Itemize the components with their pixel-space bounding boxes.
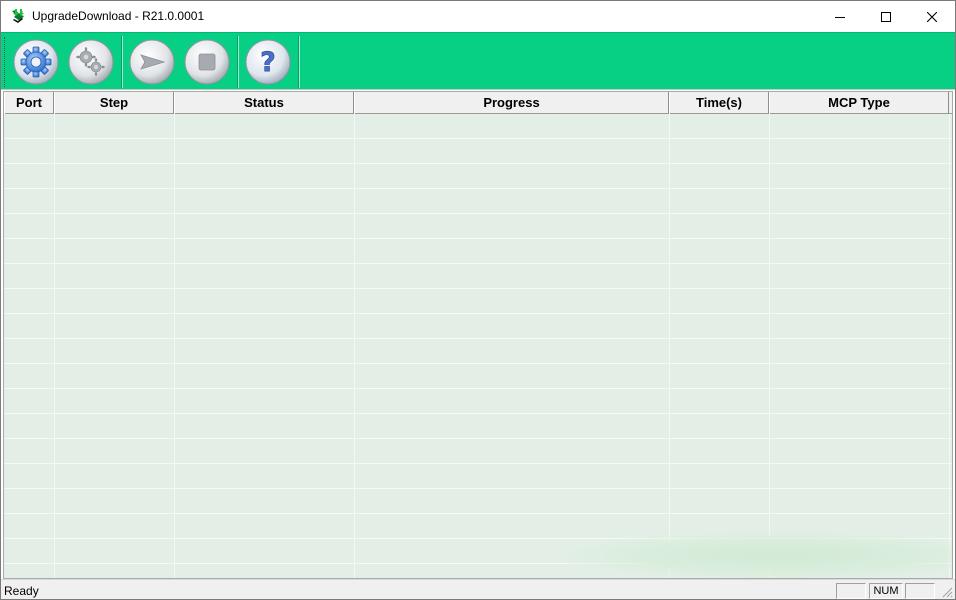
column-gridline — [54, 114, 55, 578]
toolbar: ? — [1, 32, 955, 90]
title-bar[interactable]: UpgradeDownload - R21.0.0001 — [1, 1, 955, 32]
svg-text:?: ? — [260, 47, 276, 78]
minimize-button[interactable] — [817, 1, 863, 32]
status-pane-num: NUM — [869, 583, 903, 599]
gear-icon — [13, 39, 59, 85]
column-header-time[interactable]: Time(s) — [669, 92, 769, 114]
toolbar-separator — [237, 36, 239, 88]
close-button[interactable] — [909, 1, 955, 32]
toolbar-grip[interactable] — [4, 37, 6, 87]
port-list[interactable]: Port Step Status Progress Time(s) MCP Ty… — [3, 91, 953, 579]
advanced-settings-button[interactable] — [68, 39, 114, 85]
play-arrow-icon — [129, 39, 175, 85]
status-pane-caps — [836, 583, 866, 599]
app-download-icon — [12, 9, 24, 23]
start-button[interactable] — [129, 39, 175, 85]
column-gridline — [174, 114, 175, 578]
column-header-mcp-type[interactable]: MCP Type — [769, 92, 949, 114]
status-text: Ready — [4, 584, 39, 598]
column-gridline — [669, 114, 670, 578]
toolbar-separator — [298, 36, 300, 88]
resize-grip-icon[interactable] — [941, 586, 953, 598]
list-rows — [4, 114, 952, 578]
column-gridline — [354, 114, 355, 578]
maximize-icon — [881, 11, 891, 22]
column-gridline — [769, 114, 770, 578]
help-button[interactable]: ? — [245, 39, 291, 85]
column-gridline — [949, 114, 950, 578]
minimize-icon — [835, 16, 845, 18]
maximize-button[interactable] — [863, 1, 909, 32]
question-mark-icon: ? — [245, 39, 291, 85]
column-header-port[interactable]: Port — [4, 92, 54, 114]
close-icon — [927, 11, 937, 22]
stop-square-icon — [184, 39, 230, 85]
list-header: Port Step Status Progress Time(s) MCP Ty… — [4, 92, 952, 114]
main-window: UpgradeDownload - R21.0.0001 ? Port Step… — [0, 0, 956, 600]
toolbar-separator — [121, 36, 123, 88]
window-title: UpgradeDownload - R21.0.0001 — [32, 9, 205, 23]
background-watermark — [564, 532, 952, 578]
gears-icon — [68, 39, 114, 85]
stop-button[interactable] — [184, 39, 230, 85]
column-header-step[interactable]: Step — [54, 92, 174, 114]
column-header-status[interactable]: Status — [174, 92, 354, 114]
column-header-progress[interactable]: Progress — [354, 92, 669, 114]
status-pane-scroll — [905, 583, 935, 599]
status-bar: Ready NUM — [1, 579, 955, 599]
settings-button[interactable] — [13, 39, 59, 85]
